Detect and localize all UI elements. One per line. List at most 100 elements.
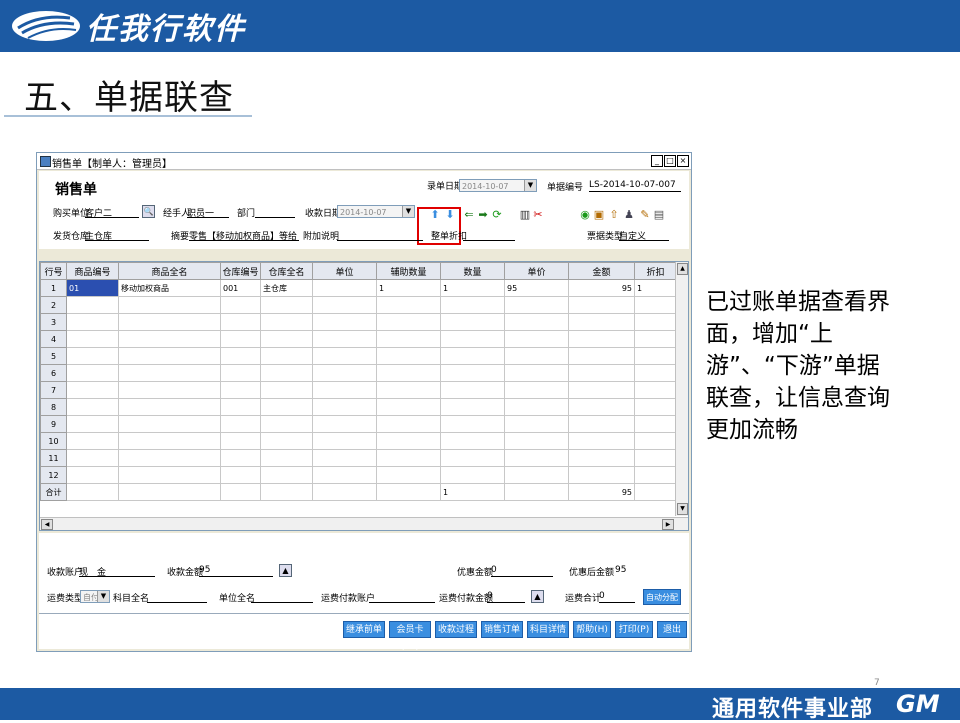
column-header[interactable]: 仓库编号 — [220, 262, 261, 280]
table-cell[interactable] — [440, 330, 505, 348]
bill-type-field[interactable]: 自定义 — [619, 229, 669, 242]
scroll-up-icon[interactable]: ▲ — [677, 263, 688, 275]
subject-detail-button[interactable]: 科目详情 — [527, 621, 569, 638]
discount-amount-field[interactable]: 0 — [491, 565, 553, 577]
table-cell[interactable] — [66, 330, 119, 348]
table-row[interactable]: 4 — [40, 330, 677, 348]
column-header[interactable]: 商品全名 — [118, 262, 221, 280]
table-cell[interactable] — [568, 415, 635, 433]
table-cell[interactable] — [260, 449, 313, 467]
table-row[interactable]: 10 — [40, 432, 677, 450]
table-row[interactable]: 9 — [40, 415, 677, 433]
right-arrow-icon[interactable]: ➡ — [477, 209, 489, 221]
summary-field[interactable]: 零售【移动加权商品】等给【客】 — [189, 229, 299, 241]
warehouse-field[interactable]: 主仓库 — [85, 229, 149, 242]
table-row[interactable]: 7 — [40, 381, 677, 399]
table-cell[interactable] — [66, 466, 119, 484]
table-cell[interactable] — [440, 449, 505, 467]
table-cell[interactable] — [568, 296, 635, 314]
table-cell[interactable] — [312, 347, 377, 365]
table-cell[interactable] — [220, 398, 261, 416]
table-cell[interactable] — [220, 415, 261, 433]
table-cell[interactable] — [440, 313, 505, 331]
table-cell[interactable] — [220, 347, 261, 365]
table-cell[interactable] — [634, 347, 677, 365]
table-cell[interactable]: 1 — [376, 279, 441, 297]
table-cell[interactable]: 01 — [66, 279, 119, 297]
chevron-down-icon[interactable]: ▼ — [97, 591, 109, 602]
table-cell[interactable] — [440, 347, 505, 365]
column-header[interactable]: 单位 — [312, 262, 377, 280]
table-cell[interactable] — [568, 466, 635, 484]
table-cell[interactable] — [634, 398, 677, 416]
minimize-button[interactable]: _ — [651, 155, 663, 167]
table-cell[interactable] — [66, 296, 119, 314]
help-button[interactable]: 帮助(H) — [573, 621, 611, 638]
sales-order-button[interactable]: 销售订单 — [481, 621, 523, 638]
horizontal-scrollbar[interactable]: ◀ ▶ — [40, 517, 688, 530]
unit-field[interactable] — [251, 591, 313, 603]
table-cell[interactable] — [66, 449, 119, 467]
table-cell[interactable] — [260, 347, 313, 365]
maximize-button[interactable]: □ — [664, 155, 676, 167]
table-cell[interactable] — [118, 381, 221, 399]
column-header[interactable]: 行号 — [40, 262, 67, 280]
table-cell[interactable] — [440, 381, 505, 399]
table-cell[interactable]: 移动加权商品 — [118, 279, 221, 297]
table-cell[interactable] — [66, 398, 119, 416]
table-row[interactable]: 1 01 移动加权商品 001 主仓库 1 1 95 95 1 — [40, 279, 677, 297]
table-cell[interactable] — [312, 381, 377, 399]
table-cell[interactable] — [634, 415, 677, 433]
table-cell[interactable] — [376, 415, 441, 433]
chevron-down-icon[interactable]: ▼ — [524, 180, 536, 191]
table-cell[interactable] — [634, 449, 677, 467]
table-cell[interactable] — [504, 364, 569, 382]
table-cell[interactable] — [504, 330, 569, 348]
table-cell[interactable] — [220, 449, 261, 467]
table-cell[interactable] — [504, 398, 569, 416]
table-cell[interactable] — [66, 381, 119, 399]
column-header[interactable]: 商品编号 — [66, 262, 119, 280]
chevron-down-icon[interactable]: ▼ — [402, 206, 414, 217]
table-cell[interactable] — [260, 398, 313, 416]
table-row[interactable]: 5 — [40, 347, 677, 365]
table-cell[interactable] — [118, 398, 221, 416]
table-cell[interactable] — [376, 432, 441, 450]
column-header[interactable]: 辅助数量 — [376, 262, 441, 280]
table-cell[interactable] — [376, 398, 441, 416]
green-circle-icon[interactable]: ◉ — [579, 209, 591, 221]
user-icon[interactable]: ♟ — [623, 209, 635, 221]
table-cell[interactable] — [118, 364, 221, 382]
table-cell[interactable] — [312, 364, 377, 382]
table-cell[interactable] — [118, 432, 221, 450]
table-cell[interactable] — [66, 415, 119, 433]
table-cell[interactable] — [440, 296, 505, 314]
table-cell[interactable] — [376, 330, 441, 348]
freight-type-select[interactable]: 自付 ▼ — [80, 590, 110, 603]
table-cell[interactable] — [220, 313, 261, 331]
inherit-prev-button[interactable]: 继承前单 — [343, 621, 385, 638]
table-cell[interactable] — [260, 330, 313, 348]
table-cell[interactable] — [376, 347, 441, 365]
member-card-button[interactable]: 会员卡(F8) — [389, 621, 431, 652]
handler-field[interactable]: 职员一 — [187, 206, 229, 219]
exit-button[interactable]: 退出 — [657, 621, 687, 638]
refresh-icon[interactable]: ⟳ — [491, 209, 503, 221]
account-field[interactable]: 现 金 — [79, 565, 155, 578]
table-cell[interactable] — [634, 381, 677, 399]
column-header[interactable]: 数量 — [440, 262, 505, 280]
table-cell[interactable]: 001 — [220, 279, 261, 297]
box-icon[interactable]: ▣ — [593, 209, 605, 221]
table-cell[interactable] — [312, 296, 377, 314]
note-icon[interactable]: ✎ — [639, 209, 651, 221]
table-row[interactable]: 6 — [40, 364, 677, 382]
table-cell[interactable] — [220, 432, 261, 450]
table-row[interactable]: 2 — [40, 296, 677, 314]
table-cell[interactable] — [568, 381, 635, 399]
freight-total-field[interactable]: 0 — [599, 591, 635, 603]
table-cell[interactable] — [260, 432, 313, 450]
table-cell[interactable] — [376, 313, 441, 331]
table-cell[interactable] — [504, 313, 569, 331]
table-cell[interactable] — [118, 449, 221, 467]
table-cell[interactable] — [66, 347, 119, 365]
